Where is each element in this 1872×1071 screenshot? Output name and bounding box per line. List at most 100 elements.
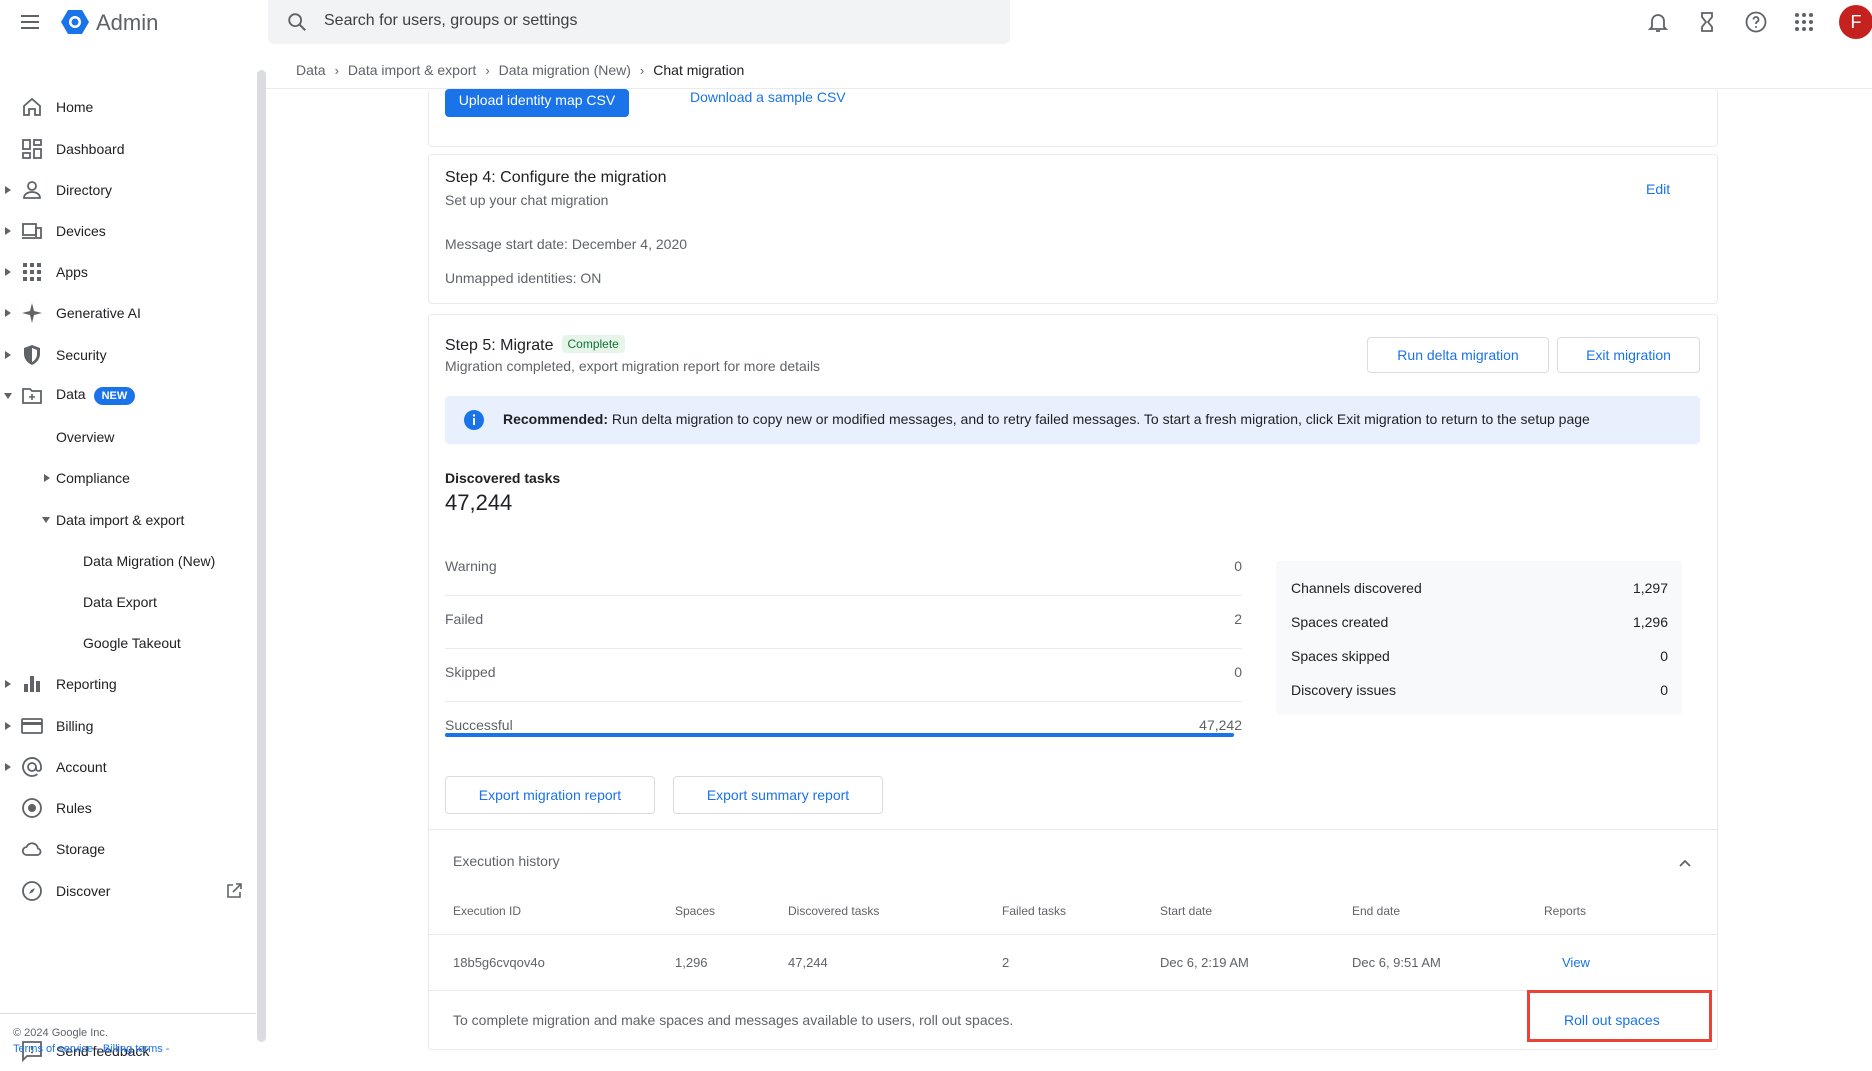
breadcrumb-data-import-export[interactable]: Data import & export [348, 62, 476, 78]
sidebar-item-apps[interactable]: Apps [0, 251, 250, 292]
summary-label: Discovery issues [1291, 682, 1396, 698]
discovery-summary: Channels discovered1,297 Spaces created1… [1276, 561, 1682, 715]
sidebar-scrollbar[interactable] [257, 70, 266, 1042]
bell-icon[interactable] [1646, 10, 1670, 34]
sidebar-item-data[interactable]: DataNEW [0, 375, 250, 416]
table-cell: Dec 6, 9:51 AM [1352, 955, 1441, 970]
sidebar-item-home[interactable]: Home [0, 86, 250, 127]
expand-arrow-icon[interactable] [4, 309, 12, 317]
step4-card: Step 4: Configure the migration Set up y… [428, 154, 1718, 304]
apps-launcher-icon[interactable] [1792, 10, 1816, 34]
expand-arrow-icon[interactable] [4, 680, 12, 688]
column-header: Discovered tasks [788, 904, 879, 918]
app-title: Admin [96, 10, 158, 36]
sidebar-item-billing[interactable]: Billing [0, 705, 250, 746]
summary-row: Spaces created1,296 [1291, 614, 1668, 630]
person-icon [20, 178, 44, 202]
sidebar-item-discover[interactable]: Discover [0, 870, 250, 911]
sidebar-item-label: Compliance [56, 470, 130, 486]
sidebar-item-storage[interactable]: Storage [0, 828, 250, 869]
hourglass-icon[interactable] [1695, 10, 1719, 34]
discovered-tasks-label: Discovered tasks [445, 470, 560, 486]
expand-arrow-icon[interactable] [4, 722, 12, 730]
new-badge: NEW [94, 387, 136, 405]
stat-row-skipped: Skipped 0 [445, 649, 1242, 702]
expand-arrow-icon[interactable] [4, 186, 12, 194]
run-delta-migration-button[interactable]: Run delta migration [1367, 337, 1549, 373]
expand-arrow-icon[interactable] [4, 351, 12, 359]
roll-out-spaces-button[interactable]: Roll out spaces [1564, 1012, 1660, 1028]
sidebar-item-label: Reporting [56, 676, 117, 692]
sidebar-item-security[interactable]: Security [0, 334, 250, 375]
table-cell: 18b5g6cvqov4o [453, 955, 545, 970]
sidebar-item-devices[interactable]: Devices [0, 210, 250, 251]
table-cell: 1,296 [675, 955, 708, 970]
sidebar-item-data-export[interactable]: Data Export [0, 581, 250, 622]
sidebar-item-generative-ai[interactable]: Generative AI [0, 292, 250, 333]
breadcrumb-data[interactable]: Data [296, 62, 326, 78]
exit-migration-button[interactable]: Exit migration [1557, 337, 1700, 373]
sidebar-item-data-import-export[interactable]: Data import & export [0, 499, 250, 540]
avatar[interactable]: F [1839, 5, 1872, 39]
breadcrumb-data-migration[interactable]: Data migration (New) [499, 62, 631, 78]
sidebar-item-label: Rules [56, 800, 92, 816]
sidebar-item-overview[interactable]: Overview [0, 416, 250, 457]
column-header: Failed tasks [1002, 904, 1066, 918]
admin-logo-icon[interactable] [60, 9, 90, 35]
sidebar-item-label: Billing [56, 718, 93, 734]
help-icon[interactable] [1744, 10, 1768, 34]
sidebar-item-label: Data import & export [56, 512, 184, 528]
sidebar-item-directory[interactable]: Directory [0, 169, 250, 210]
sidebar-item-reporting[interactable]: Reporting [0, 663, 250, 704]
column-header: Spaces [675, 904, 715, 918]
sidebar-item-label: Overview [56, 429, 114, 445]
chevron-right-icon: › [485, 63, 489, 78]
terms-links[interactable]: Terms of service - Billing terms - [13, 1043, 169, 1055]
export-migration-report-button[interactable]: Export migration report [445, 776, 655, 814]
search-bar[interactable] [268, 0, 1010, 44]
sidebar-item-label: Google Takeout [83, 635, 181, 651]
search-input[interactable] [324, 12, 984, 30]
chevron-right-icon: › [335, 63, 339, 78]
sidebar-item-label: Home [56, 99, 93, 115]
execution-history-title: Execution history [453, 853, 560, 869]
sidebar-item-label: Discover [56, 883, 110, 899]
sidebar-item-google-takeout[interactable]: Google Takeout [0, 622, 250, 663]
cloud-icon [20, 837, 44, 861]
sidebar-item-compliance[interactable]: Compliance [0, 457, 250, 498]
open-external-icon[interactable] [225, 882, 243, 900]
apps-grid-icon [20, 260, 44, 284]
stat-value: 2 [1234, 611, 1242, 627]
column-header: Start date [1160, 904, 1212, 918]
summary-row: Spaces skipped0 [1291, 648, 1668, 664]
export-summary-report-button[interactable]: Export summary report [673, 776, 883, 814]
compass-icon [20, 879, 44, 903]
expand-arrow-icon[interactable] [4, 763, 12, 771]
summary-label: Spaces created [1291, 614, 1388, 630]
dashboard-icon [20, 137, 44, 161]
sidebar-item-account[interactable]: Account [0, 746, 250, 787]
edit-button[interactable]: Edit [1646, 181, 1670, 197]
upload-identity-map-button[interactable]: Upload identity map CSV [445, 89, 629, 117]
collapse-arrow-icon[interactable] [42, 516, 50, 524]
chevron-up-icon[interactable] [1677, 855, 1693, 871]
sidebar-item-dashboard[interactable]: Dashboard [0, 128, 250, 169]
collapse-arrow-icon[interactable] [4, 392, 12, 400]
bar-chart-icon [20, 672, 44, 696]
stat-row-warning: Warning 0 [445, 543, 1242, 596]
breadcrumb: Data › Data import & export › Data migra… [296, 62, 744, 78]
stat-label: Warning [445, 558, 497, 574]
top-bar: Admin F [0, 0, 1872, 44]
sparkle-icon [20, 301, 44, 325]
section-divider [429, 829, 1717, 830]
expand-arrow-icon[interactable] [43, 474, 51, 482]
download-sample-csv-link[interactable]: Download a sample CSV [690, 89, 846, 105]
sidebar-item-rules[interactable]: Rules [0, 787, 250, 828]
view-report-link[interactable]: View [1562, 955, 1590, 970]
sidebar-item-data-migration[interactable]: Data Migration (New) [0, 540, 250, 581]
recommendation-body: Run delta migration to copy new or modif… [612, 411, 1590, 427]
expand-arrow-icon[interactable] [4, 227, 12, 235]
sidebar-item-label: Data Migration (New) [83, 553, 215, 569]
expand-arrow-icon[interactable] [4, 268, 12, 276]
menu-icon[interactable] [20, 12, 40, 32]
